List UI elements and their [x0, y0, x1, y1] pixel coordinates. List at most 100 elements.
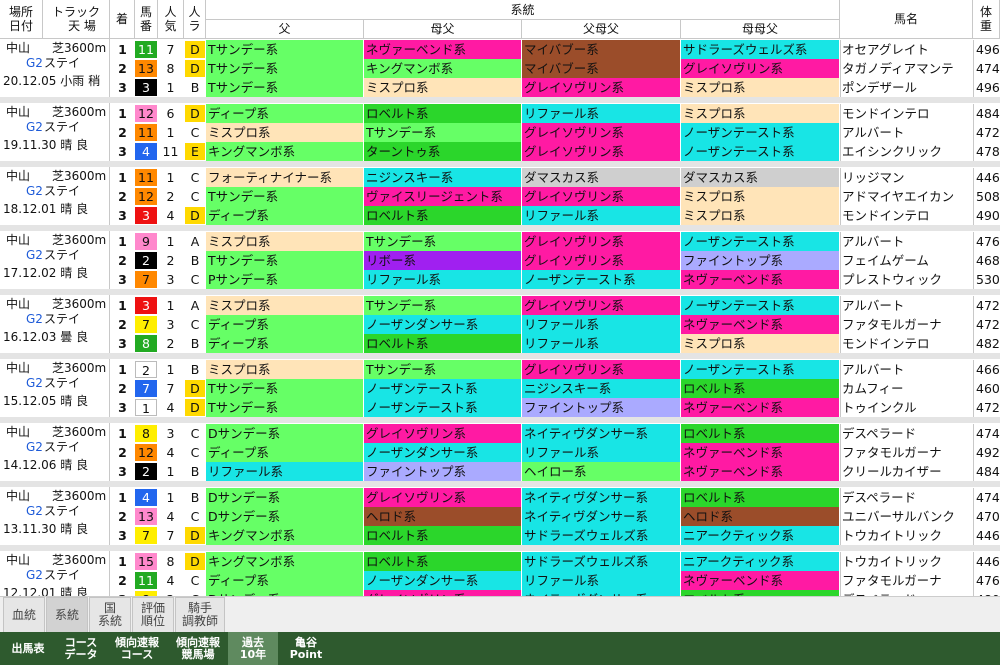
- horse-name[interactable]: ポンデザール: [840, 78, 973, 97]
- table-row[interactable]: 3 7 3 C Pサンデー系 リファール系 ノーザンテースト系 ネヴァーベンド系 プレストウィッ…: [110, 270, 1000, 289]
- horse-name[interactable]: トゥインクル: [840, 398, 973, 417]
- table-row[interactable]: 1 15 8 D キングマンボ系 ロベルト系 サドラーズウェルズ系 ニアークティック系 トウカイ…: [110, 552, 1000, 571]
- table-row[interactable]: 2 13 8 D Tサンデー系 キングマンボ系 マイバブー系 グレイソヴリン系 タガノディアマン…: [110, 59, 1000, 78]
- footer-nav-item-3[interactable]: 傾向速報 競馬場: [168, 632, 228, 665]
- horse-name[interactable]: デスペラード: [840, 424, 973, 443]
- sire-dam-sire-lineage: ネイティヴダンサー系: [522, 424, 681, 443]
- race-name: ステイ: [44, 440, 81, 454]
- race-block: 中山 芝3600m G2 ステイ 16.12.03 曇 良 1 3 1 A ミスプロ系 Tサンデー系…: [0, 295, 1000, 353]
- horse-name[interactable]: トウカイトリック: [840, 526, 973, 545]
- horse-name[interactable]: エイシンクリック: [840, 142, 973, 161]
- horse-name[interactable]: ユニバーサルバンク: [840, 507, 973, 526]
- horse-name[interactable]: オセアグレイト: [840, 40, 973, 59]
- horse-number: 8: [135, 335, 157, 352]
- footer-nav-item-2[interactable]: 傾向速報 コース: [106, 632, 168, 665]
- horse-name[interactable]: デスペラード: [840, 488, 973, 507]
- horse-name[interactable]: プレストウィック: [840, 270, 973, 289]
- table-row[interactable]: 2 13 4 C Dサンデー系 ヘロド系 ネイティヴダンサー系 ヘロド系 ユニバーサルバンク 47…: [110, 507, 1000, 526]
- table-row[interactable]: 1 11 1 C フォーティナイナー系 ニジンスキー系 ダマスカス系 ダマスカス系 リッジマン 4…: [110, 168, 1000, 187]
- horse-name[interactable]: アドマイヤエイカン: [840, 187, 973, 206]
- tab-1[interactable]: 系統: [46, 597, 88, 633]
- table-row[interactable]: 1 11 7 D Tサンデー系 ネヴァーベンド系 マイバブー系 サドラーズウェルズ系 オセアグレ…: [110, 40, 1000, 59]
- horse-name[interactable]: クリールカイザー: [840, 462, 973, 481]
- horse-name[interactable]: アルバート: [840, 296, 973, 315]
- body-weight: 490: [973, 206, 1000, 225]
- popularity: 1: [166, 170, 175, 185]
- horse-name[interactable]: リッジマン: [840, 168, 973, 187]
- dam-dam-sire-lineage: ロベルト系: [681, 379, 839, 398]
- table-row[interactable]: 1 8 3 C Dサンデー系 グレイソヴリン系 ネイティヴダンサー系 ロベルト系 デスペラード 4…: [110, 424, 1000, 443]
- dam-dam-sire-lineage: ヘロド系: [681, 507, 839, 526]
- dam-sire-lineage: ノーザンダンサー系: [364, 315, 522, 334]
- horse-name[interactable]: フェイムゲーム: [840, 251, 973, 270]
- table-row[interactable]: 3 3 4 D ディープ系 ロベルト系 リファール系 ミスプロ系 モンドインテロ 490: [110, 206, 1000, 225]
- race-block: 中山 芝3600m G2 ステイ 17.12.02 晴 良 1 9 1 A ミスプロ系 Tサンデー系…: [0, 231, 1000, 289]
- race-place: 中山: [6, 361, 31, 375]
- horse-name[interactable]: アルバート: [840, 232, 973, 251]
- horse-name[interactable]: ファタモルガーナ: [840, 571, 973, 590]
- table-row[interactable]: 3 2 1 B リファール系 ファイントップ系 ヘイロー系 ネヴァーベンド系 クリールカイザー 4…: [110, 462, 1000, 481]
- popularity: 7: [166, 528, 175, 543]
- popularity: 8: [166, 61, 175, 76]
- race-name: ステイ: [44, 184, 81, 198]
- table-row[interactable]: 1 2 1 B ミスプロ系 Tサンデー系 グレイソヴリン系 ノーザンテースト系 アルバート 466: [110, 360, 1000, 379]
- horse-name[interactable]: モンドインテロ: [840, 334, 973, 353]
- horse-name[interactable]: モンドインテロ: [840, 104, 973, 123]
- view-tabs: 血統 系統国 系統 評価 順位 騎手 調教師: [0, 596, 1000, 633]
- tab-4[interactable]: 騎手 調教師: [175, 597, 225, 633]
- table-row[interactable]: 2 12 4 C ディープ系 ノーザンダンサー系 リファール系 ネヴァーベンド系 ファタモルガー…: [110, 443, 1000, 462]
- sire-dam-sire-lineage: リファール系: [522, 104, 681, 123]
- footer-nav-item-0[interactable]: 出馬表: [0, 632, 56, 665]
- race-block: 中山 芝3600m G2 ステイ 13.11.30 晴 良 1 4 1 B Dサンデー系 グレイソヴ…: [0, 487, 1000, 545]
- table-row[interactable]: 2 11 4 C ディープ系 ノーザンダンサー系 リファール系 ネヴァーベンド系 ファタモルガー…: [110, 571, 1000, 590]
- sire-dam-sire-lineage: リファール系: [522, 334, 681, 353]
- dam-sire-lineage: ロベルト系: [364, 334, 522, 353]
- finish-position: 1: [118, 554, 127, 569]
- table-row[interactable]: 2 7 3 C ディープ系 ノーザンダンサー系 リファール系 ネヴァーベンド系 ファタモルガーナ…: [110, 315, 1000, 334]
- dam-sire-lineage: ファイントップ系: [364, 462, 522, 481]
- table-row[interactable]: 3 1 4 D Tサンデー系 ノーザンテースト系 ファイントップ系 ネヴァーベンド系 トゥインク…: [110, 398, 1000, 417]
- table-row[interactable]: 2 2 2 B Tサンデー系 リボー系 グレイソヴリン系 ファイントップ系 フェイムゲーム 468: [110, 251, 1000, 270]
- dam-sire-lineage: リファール系: [364, 270, 522, 289]
- race-place: 中山: [6, 233, 31, 247]
- footer-nav-item-1[interactable]: コース データ: [56, 632, 106, 665]
- table-row[interactable]: 2 12 2 C Tサンデー系 ヴァイスリージェント系 グレイソヴリン系 ミスプロ系 アドマイヤ…: [110, 187, 1000, 206]
- race-date: 20.12.05 小雨 稍: [3, 74, 101, 88]
- horse-name[interactable]: ファタモルガーナ: [840, 315, 973, 334]
- dam-sire-lineage: キングマンボ系: [364, 59, 522, 78]
- footer-nav-item-5[interactable]: 亀谷 Point: [278, 632, 334, 665]
- tab-0[interactable]: 血統: [3, 597, 45, 633]
- table-row[interactable]: 3 8 2 B ディープ系 ロベルト系 リファール系 ミスプロ系 モンドインテロ 482: [110, 334, 1000, 353]
- horse-name[interactable]: アルバート: [840, 360, 973, 379]
- footer-nav-item-4[interactable]: 過去 10年: [228, 632, 278, 665]
- table-row[interactable]: 3 3 1 B Tサンデー系 ミスプロ系 グレイソヴリン系 ミスプロ系 ポンデザール 496: [110, 78, 1000, 97]
- horse-number: 7: [135, 271, 157, 288]
- dam-sire-lineage: ノーザンダンサー系: [364, 571, 522, 590]
- table-row[interactable]: 3 7 7 D キングマンボ系 ロベルト系 サドラーズウェルズ系 ニアークティック系 トウカイト…: [110, 526, 1000, 545]
- table-row[interactable]: 1 9 1 A ミスプロ系 Tサンデー系 グレイソヴリン系 ノーザンテースト系 アルバート 476: [110, 232, 1000, 251]
- sire-dam-sire-lineage: サドラーズウェルズ系: [522, 526, 681, 545]
- horse-name[interactable]: カムフィー: [840, 379, 973, 398]
- horse-name[interactable]: ファタモルガーナ: [840, 443, 973, 462]
- header-horse: 馬名: [840, 0, 973, 39]
- table-row[interactable]: 2 7 7 D Tサンデー系 ノーザンテースト系 ニジンスキー系 ロベルト系 カムフィー 460: [110, 379, 1000, 398]
- table-row[interactable]: 2 11 1 C ミスプロ系 Tサンデー系 グレイソヴリン系 ノーザンテースト系 アルバート 47…: [110, 123, 1000, 142]
- table-row[interactable]: 3 4 11 E キングマンボ系 ターントゥ系 グレイソヴリン系 ノーザンテースト系 エイシンク…: [110, 142, 1000, 161]
- table-row[interactable]: 1 4 1 B Dサンデー系 グレイソヴリン系 ネイティヴダンサー系 ロベルト系 デスペラード 4…: [110, 488, 1000, 507]
- tab-2[interactable]: 国 系統: [89, 597, 131, 633]
- table-row[interactable]: 1 3 1 A ミスプロ系 Tサンデー系 グレイソヴリン系 ノーザンテースト系 アルバート 472: [110, 296, 1000, 315]
- popularity: 3: [166, 272, 175, 287]
- body-weight: 484: [973, 104, 1000, 123]
- race-distance: 芝3600m: [52, 169, 107, 183]
- dam-dam-sire-lineage: ファイントップ系: [681, 251, 839, 270]
- horse-name[interactable]: モンドインテロ: [840, 206, 973, 225]
- tab-3[interactable]: 評価 順位: [132, 597, 174, 633]
- horse-name[interactable]: タガノディアマンテ: [840, 59, 973, 78]
- table-row[interactable]: 1 12 6 D ディープ系 ロベルト系 リファール系 ミスプロ系 モンドインテロ 484: [110, 104, 1000, 123]
- header-sire: 父: [206, 20, 364, 39]
- race-name: ステイ: [44, 312, 81, 326]
- finish-position: 2: [118, 61, 127, 76]
- sire-lineage: Tサンデー系: [206, 40, 364, 59]
- horse-name[interactable]: トウカイトリック: [840, 552, 973, 571]
- horse-name[interactable]: アルバート: [840, 123, 973, 142]
